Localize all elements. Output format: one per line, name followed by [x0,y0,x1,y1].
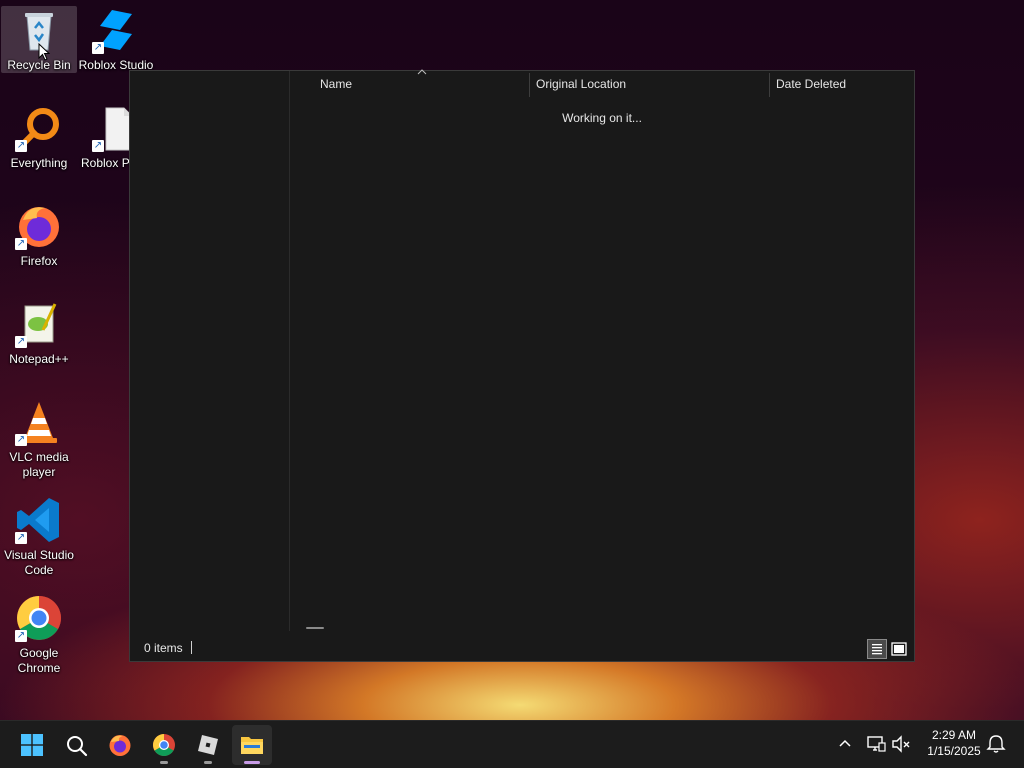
windows-logo-icon [21,734,43,756]
taskbar-file-explorer[interactable] [232,725,272,765]
network-icon [867,736,886,752]
details-view-button[interactable] [867,639,887,659]
column-header-original-location[interactable]: Original Location [530,71,769,97]
status-bar: 0 items [130,631,914,661]
taskbar: 2:29 AM 1/15/2025 [0,720,1024,768]
roblox-icon [198,735,218,755]
column-headers: Name Original Location Date Deleted [290,69,915,97]
shortcut-arrow-icon: ↗ [15,532,27,544]
shortcut-arrow-icon: ↗ [92,140,104,152]
everything-search-icon: ↗ [15,104,63,152]
desktop-icon-everything[interactable]: ↗ Everything [1,104,77,171]
horizontal-scrollbar[interactable] [306,627,324,629]
running-indicator [204,761,212,764]
chevron-up-icon [839,739,851,747]
active-indicator [244,761,260,764]
navigation-pane[interactable] [130,71,290,631]
vlc-icon: ↗ [15,398,63,446]
desktop-icon-label: Notepad++ [9,352,69,366]
firefox-icon: ↗ [15,202,63,250]
large-icons-view-button[interactable] [889,639,909,659]
chrome-icon: ↗ [15,594,63,642]
clock-button[interactable]: 2:29 AM 1/15/2025 [918,727,990,763]
notifications-button[interactable] [985,733,1007,755]
desktop-icon-firefox[interactable]: ↗ Firefox [1,202,77,269]
desktop-icon-recycle-bin[interactable]: Recycle Bin [1,6,77,73]
item-count: 0 items [144,641,183,655]
desktop-icon-label: Firefox [20,254,58,268]
clock-date: 1/15/2025 [927,744,981,758]
shortcut-arrow-icon: ↗ [15,630,27,642]
mouse-cursor-icon [38,43,50,61]
vscode-icon: ↗ [15,496,63,544]
shortcut-arrow-icon: ↗ [15,434,27,446]
show-hidden-icons-button[interactable] [834,733,856,755]
shortcut-arrow-icon: ↗ [92,42,104,54]
search-button[interactable] [56,725,96,765]
desktop-icon-vscode[interactable]: ↗ Visual Studio Code [1,496,77,578]
roblox-studio-icon: ↗ [92,6,140,54]
desktop-icon-roblox-studio[interactable]: ↗ Roblox Studio [78,6,154,73]
status-separator [191,641,192,654]
volume-muted-icon [892,735,910,753]
taskbar-roblox[interactable] [188,725,228,765]
search-icon [67,736,88,757]
desktop-icon-label: VLC media player [9,450,69,479]
bell-icon [986,735,1006,753]
shortcut-arrow-icon: ↗ [15,238,27,250]
folder-icon [241,737,263,754]
clock-time: 2:29 AM [931,728,977,742]
details-view-icon [872,644,882,655]
chrome-icon [153,734,175,756]
recycle-bin-window[interactable]: Name Original Location Date Deleted Work… [129,69,915,662]
desktop-icon-label: Visual Studio Code [4,548,74,577]
desktop-icon-label: Everything [10,156,68,170]
firefox-icon [109,735,131,756]
large-icons-view-icon [891,642,907,656]
loading-message: Working on it... [562,111,642,125]
desktop-icon-chrome[interactable]: ↗ Google Chrome [1,594,77,676]
taskbar-firefox[interactable] [100,725,140,765]
volume-button[interactable] [890,733,912,755]
column-header-date-deleted[interactable]: Date Deleted [770,71,915,97]
desktop-icon-label: Google Chrome [17,646,61,675]
start-button[interactable] [12,725,52,765]
desktop-icon-notepadpp[interactable]: ↗ Notepad++ [1,300,77,367]
network-button[interactable] [865,733,887,755]
file-list-area[interactable]: Working on it... [290,97,914,631]
shortcut-arrow-icon: ↗ [15,140,27,152]
shortcut-arrow-icon: ↗ [15,336,27,348]
running-indicator [160,761,168,764]
desktop-icon-vlc[interactable]: ↗ VLC media player [1,398,77,480]
column-header-name[interactable]: Name [314,71,529,97]
taskbar-chrome[interactable] [144,725,184,765]
notepadpp-icon: ↗ [15,300,63,348]
